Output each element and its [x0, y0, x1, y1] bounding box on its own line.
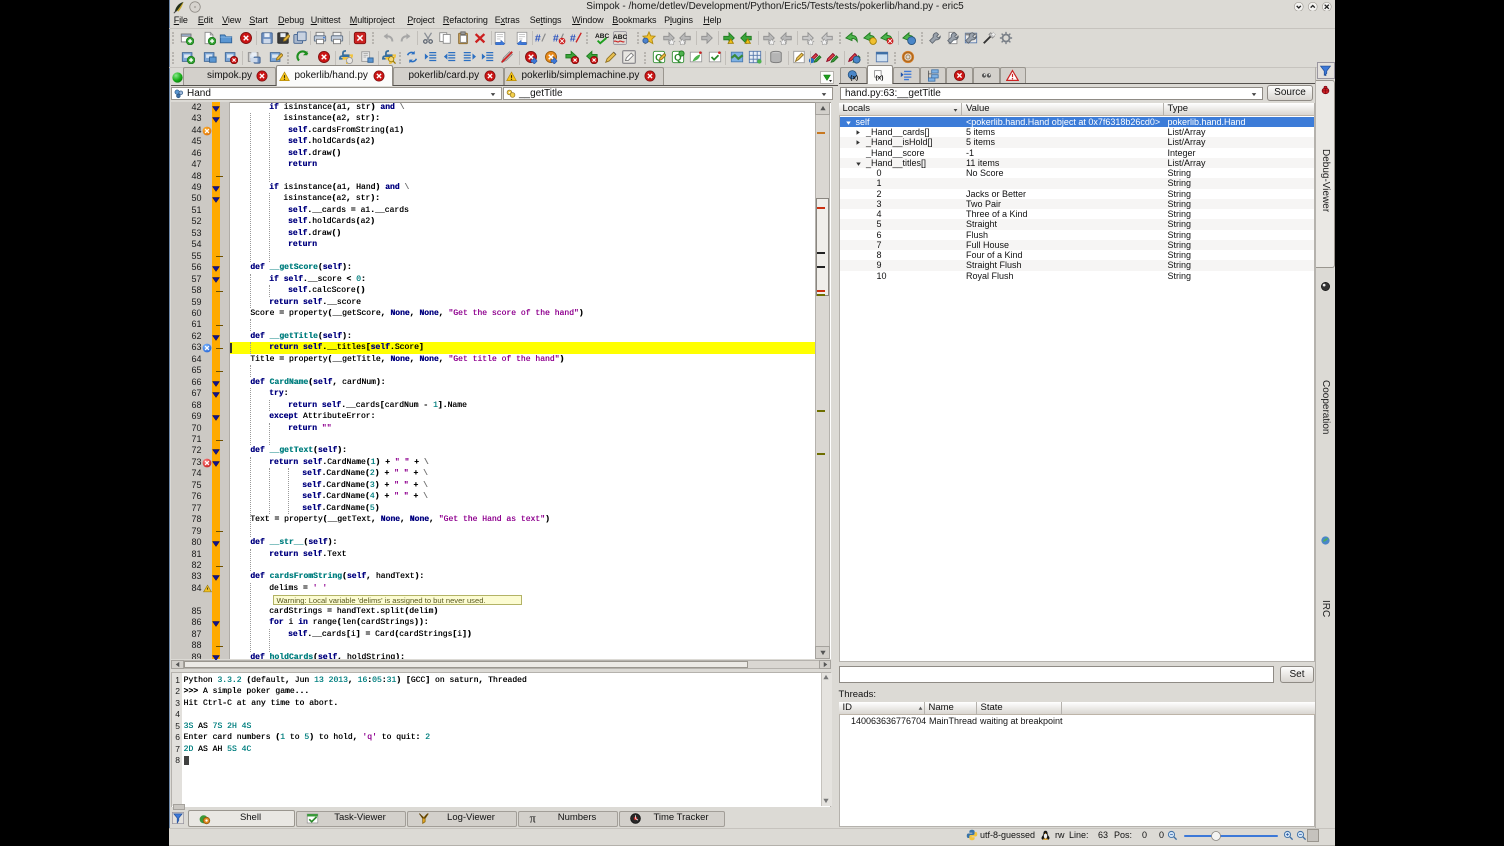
- svg-text:π: π: [530, 812, 536, 825]
- svg-text:#: #: [534, 32, 540, 44]
- svg-text:ABC: ABC: [595, 33, 609, 40]
- svg-text:#: #: [552, 32, 558, 44]
- svg-text:(x): (x): [876, 75, 884, 82]
- svg-text:(x): (x): [850, 75, 858, 82]
- svg-text:#: #: [570, 32, 576, 44]
- svg-text:ABC: ABC: [613, 33, 627, 40]
